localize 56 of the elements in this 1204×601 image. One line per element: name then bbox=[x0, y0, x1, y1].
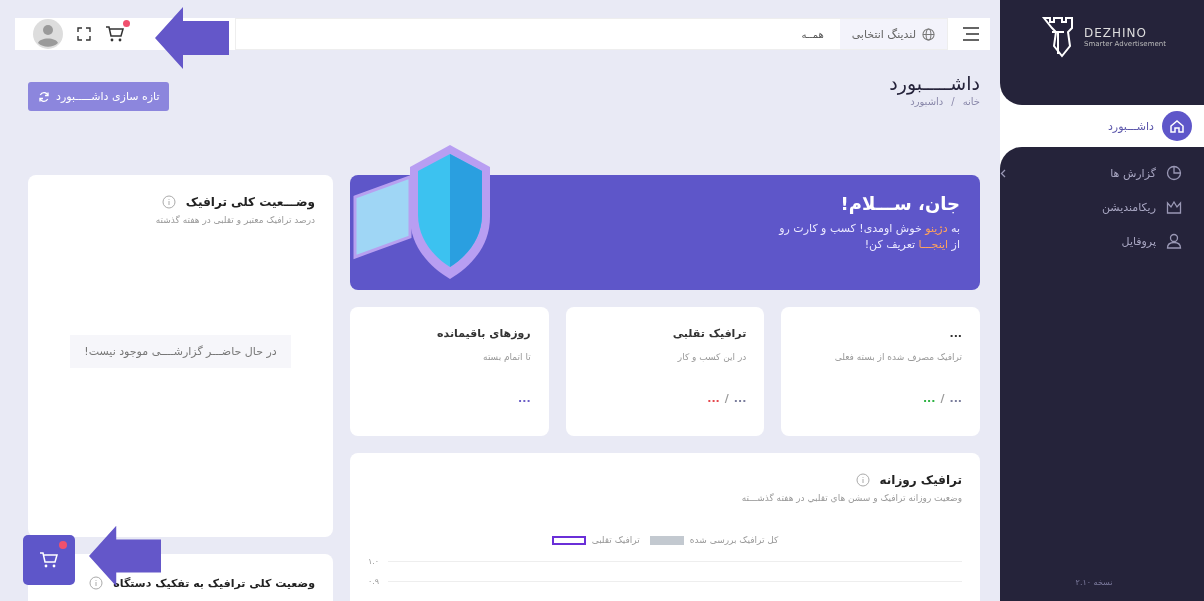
link[interactable]: اینجـــا bbox=[918, 238, 949, 251]
page-title: داشـــــبورد bbox=[889, 72, 980, 94]
logo-text: DEZHINO bbox=[1084, 26, 1149, 40]
fullscreen-icon[interactable] bbox=[77, 27, 91, 41]
cart-button[interactable] bbox=[23, 535, 75, 585]
sidebar-item[interactable]: گزارش ها bbox=[1000, 165, 1188, 181]
sidebar-item-label: داشـــبورد bbox=[1107, 119, 1154, 133]
legend-label[interactable]: ترافیک تقلبی bbox=[591, 535, 640, 545]
avatar-icon[interactable] bbox=[33, 19, 63, 49]
cart-icon[interactable] bbox=[105, 25, 125, 43]
stat-title: روزهای باقیمانده bbox=[436, 327, 531, 340]
refresh-icon bbox=[38, 90, 50, 103]
stat-value: ... bbox=[922, 392, 936, 405]
breadcrumb-item[interactable]: خانه bbox=[962, 96, 980, 107]
stat-value: ... bbox=[949, 392, 962, 405]
sidebar-item[interactable]: پروفایل bbox=[1000, 233, 1188, 249]
sidebar-item-label: گزارش ها bbox=[1109, 166, 1156, 180]
home-icon bbox=[1162, 111, 1192, 141]
card-subtitle: وضعیت روزانه ترافیک و سشن هاي تقلبي در هفته گذشـــته bbox=[740, 493, 962, 503]
landing-selector[interactable]: لندینگ انتخابی همــه bbox=[235, 18, 948, 50]
legend-label[interactable]: کل ترافیک بررسی شده bbox=[689, 535, 779, 545]
stat-subtitle: ترافیک مصرف شده از بسته فعلی bbox=[833, 352, 962, 362]
refresh-dashboard-button[interactable]: تازه سازی داشـــــبورد bbox=[28, 82, 170, 111]
cart-icon bbox=[39, 551, 59, 569]
globe-icon bbox=[922, 27, 935, 41]
y-axis-label: ۰.۹ bbox=[368, 576, 381, 586]
sidebar-item-label: ریکامندیشن bbox=[1100, 200, 1156, 214]
stat-value: ... bbox=[518, 392, 531, 405]
card-title: وضـــعیت کلی ترافیک bbox=[185, 195, 315, 209]
landing-value: همــه bbox=[800, 28, 825, 40]
stat-value: ... bbox=[707, 392, 720, 405]
welcome-title: جان، ســـلام! bbox=[839, 193, 960, 214]
arrow-icon bbox=[155, 7, 229, 69]
empty-message: در حال حاضـــر گزارشــــی موجود نیست! bbox=[70, 334, 291, 368]
breadcrumb-item: داشبورد bbox=[910, 96, 944, 107]
crown-icon bbox=[1166, 199, 1182, 215]
stat-value: ... bbox=[733, 392, 747, 405]
stat-title: ترافیک تقلبی bbox=[671, 327, 747, 340]
stat-subtitle: در این کسب و کار bbox=[676, 352, 747, 362]
breadcrumb-separator: / bbox=[951, 96, 955, 107]
stat-subtitle: تا اتمام بسته bbox=[482, 352, 531, 362]
sidebar-item-label: پروفایل bbox=[1120, 234, 1156, 248]
y-axis-label: ۱.۰ bbox=[368, 556, 381, 566]
sidebar-item[interactable]: ریکامندیشن bbox=[1000, 199, 1188, 215]
value-separator: / bbox=[940, 392, 945, 405]
menu-icon[interactable] bbox=[962, 27, 980, 41]
value-separator: / bbox=[724, 392, 729, 405]
version-text: نسخه ۲.۱۰ bbox=[1075, 578, 1113, 587]
card-title: ترافیک روزانه bbox=[879, 473, 962, 487]
user-icon bbox=[1166, 233, 1182, 249]
stat-title: ... bbox=[948, 327, 962, 340]
pie-chart-icon bbox=[1166, 165, 1182, 181]
card-title: وضعیت کلی ترافیک به تفکیک دستگاه bbox=[113, 576, 315, 590]
link[interactable]: دژینو bbox=[925, 222, 948, 235]
landing-label-text: لندینگ انتخابی bbox=[851, 27, 916, 41]
card-subtitle: درصد ترافیک معتبر و تقلبی در هفته گذشته bbox=[154, 215, 315, 225]
